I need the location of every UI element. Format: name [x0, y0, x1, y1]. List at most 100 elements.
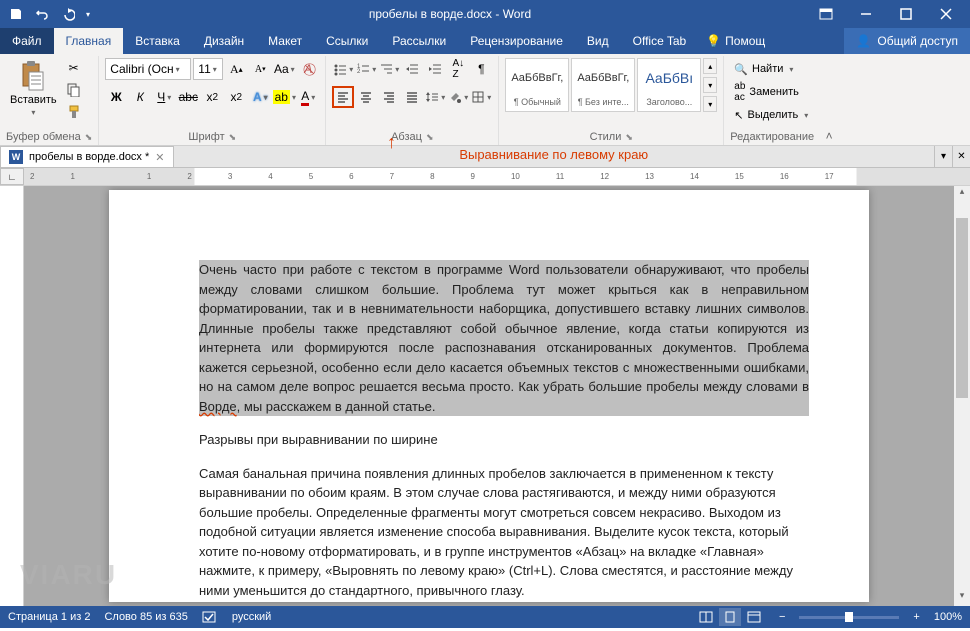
- find-button[interactable]: 🔍Найти▾: [730, 58, 812, 80]
- styles-launcher[interactable]: ⬊: [625, 132, 633, 143]
- highlight-button[interactable]: ab▾: [273, 86, 295, 108]
- tab-mailings[interactable]: Рассылки: [380, 28, 458, 54]
- shrink-font-button[interactable]: A▾: [249, 58, 271, 80]
- align-left-button[interactable]: [332, 86, 354, 108]
- redo-button[interactable]: [56, 2, 80, 26]
- styles-more[interactable]: ▾: [703, 96, 717, 112]
- decrease-indent-button[interactable]: [401, 58, 423, 80]
- qat-customize[interactable]: ▾: [82, 2, 94, 26]
- justify-button[interactable]: [401, 86, 423, 108]
- style-nospacing[interactable]: АаБбВвГг,¶ Без инте...: [571, 58, 635, 112]
- scroll-up[interactable]: ▴: [954, 186, 970, 202]
- print-layout-button[interactable]: [719, 608, 741, 626]
- collapse-ribbon-button[interactable]: ˄: [826, 129, 833, 143]
- tab-file[interactable]: Файл: [0, 28, 54, 54]
- zoom-slider[interactable]: [799, 616, 899, 619]
- shading-button[interactable]: ▾: [447, 86, 469, 108]
- group-paragraph: ▾ 12▾ ▾ A↓Z ¶ ▾ ▾ ▾ Абзац⬊: [326, 56, 499, 145]
- spellcheck-status[interactable]: [202, 610, 218, 624]
- increase-indent-button[interactable]: [424, 58, 446, 80]
- paragraph-1[interactable]: Очень часто при работе с текстом в прогр…: [199, 260, 809, 416]
- language-status[interactable]: русский: [232, 611, 271, 623]
- multilevel-button[interactable]: ▾: [378, 58, 400, 80]
- tab-home[interactable]: Главная: [54, 28, 124, 54]
- word-count[interactable]: Слово 85 из 635: [104, 611, 187, 623]
- change-case-button[interactable]: Aa▾: [273, 58, 295, 80]
- share-button[interactable]: 👤 Общий доступ: [844, 28, 970, 54]
- subscript-button[interactable]: x2: [201, 86, 223, 108]
- scroll-thumb[interactable]: [956, 218, 968, 398]
- replace-button[interactable]: abacЗаменить: [730, 81, 812, 103]
- bullets-button[interactable]: ▾: [332, 58, 354, 80]
- tab-review[interactable]: Рецензирование: [458, 28, 575, 54]
- save-button[interactable]: [4, 2, 28, 26]
- copy-button[interactable]: [63, 80, 85, 100]
- tab-insert[interactable]: Вставка: [123, 28, 192, 54]
- zoom-level[interactable]: 100%: [934, 611, 962, 623]
- underline-button[interactable]: Ч▾: [153, 86, 175, 108]
- scroll-down[interactable]: ▾: [954, 590, 970, 606]
- italic-button[interactable]: К: [129, 86, 151, 108]
- format-painter-button[interactable]: [63, 102, 85, 122]
- paragraph-3[interactable]: Самая банальная причина появления длинны…: [199, 464, 809, 601]
- clipboard-launcher[interactable]: ⬊: [85, 132, 93, 143]
- title-bar: ▾ пробелы в ворде.docx - Word: [0, 0, 970, 28]
- clear-format-button[interactable]: A⃠: [297, 58, 319, 80]
- scrollbar-vertical[interactable]: ▴ ▾: [954, 186, 970, 606]
- read-mode-button[interactable]: [695, 608, 717, 626]
- show-marks-button[interactable]: ¶: [470, 58, 492, 80]
- zoom-in-button[interactable]: +: [913, 611, 919, 623]
- lightbulb-icon: 💡: [706, 34, 721, 48]
- numbering-button[interactable]: 12▾: [355, 58, 377, 80]
- document-area[interactable]: Очень часто при работе с текстом в прогр…: [24, 186, 954, 606]
- group-font: Calibri (Осн▾ 11▾ A▴ A▾ Aa▾ A⃠ Ж К Ч▾ ab…: [99, 56, 326, 145]
- strike-button[interactable]: abc: [177, 86, 199, 108]
- web-layout-button[interactable]: [743, 608, 765, 626]
- minimize-button[interactable]: [846, 0, 886, 28]
- scissors-icon: ✂: [69, 61, 79, 75]
- select-button[interactable]: ↖Выделить▾: [730, 104, 812, 126]
- tab-officetab[interactable]: Office Tab: [621, 28, 699, 54]
- tab-layout[interactable]: Макет: [256, 28, 314, 54]
- text-effects-button[interactable]: A▾: [249, 86, 271, 108]
- close-button[interactable]: [926, 0, 966, 28]
- superscript-button[interactable]: x2: [225, 86, 247, 108]
- font-size-select[interactable]: 11▾: [193, 58, 223, 80]
- font-name-select[interactable]: Calibri (Осн▾: [105, 58, 191, 80]
- page-status[interactable]: Страница 1 из 2: [8, 611, 90, 623]
- tell-me[interactable]: 💡 Помощ: [698, 28, 773, 54]
- font-color-button[interactable]: A▾: [297, 86, 319, 108]
- status-bar: Страница 1 из 2 Слово 85 из 635 русский …: [0, 606, 970, 628]
- align-right-button[interactable]: [378, 86, 400, 108]
- font-launcher[interactable]: ⬊: [229, 132, 237, 143]
- styles-up[interactable]: ▴: [703, 58, 717, 74]
- paragraph-2[interactable]: Разрывы при выравнивании по ширине: [199, 430, 809, 450]
- styles-down[interactable]: ▾: [703, 77, 717, 93]
- paragraph-launcher[interactable]: ⬊: [426, 132, 434, 143]
- ruler-vertical[interactable]: [0, 186, 24, 606]
- zoom-out-button[interactable]: −: [779, 611, 785, 623]
- tab-references[interactable]: Ссылки: [314, 28, 380, 54]
- cut-button[interactable]: ✂: [63, 58, 85, 78]
- tab-selector[interactable]: ∟: [0, 168, 24, 185]
- bold-button[interactable]: Ж: [105, 86, 127, 108]
- grow-font-button[interactable]: A▴: [225, 58, 247, 80]
- tab-view[interactable]: Вид: [575, 28, 621, 54]
- align-center-button[interactable]: [355, 86, 377, 108]
- tabs-dropdown[interactable]: ▾: [934, 146, 952, 167]
- tab-design[interactable]: Дизайн: [192, 28, 256, 54]
- tabs-close-all[interactable]: ✕: [952, 146, 970, 167]
- doc-tab-1[interactable]: W пробелы в ворде.docx * ✕: [0, 146, 174, 167]
- style-heading1[interactable]: АаБбВıЗаголово...: [637, 58, 701, 112]
- maximize-button[interactable]: [886, 0, 926, 28]
- sort-button[interactable]: A↓Z: [447, 58, 469, 80]
- close-tab-button[interactable]: ✕: [155, 151, 164, 164]
- paste-button[interactable]: Вставить ▾: [6, 58, 61, 119]
- line-spacing-button[interactable]: ▾: [424, 86, 446, 108]
- ribbon-options-button[interactable]: [806, 0, 846, 28]
- borders-button[interactable]: ▾: [470, 86, 492, 108]
- annotation-label: ↑: [0, 146, 970, 148]
- style-normal[interactable]: АаБбВвГг,¶ Обычный: [505, 58, 569, 112]
- ruler-horizontal[interactable]: ∟ 211234567891011121314151617: [0, 168, 970, 186]
- undo-button[interactable]: [30, 2, 54, 26]
